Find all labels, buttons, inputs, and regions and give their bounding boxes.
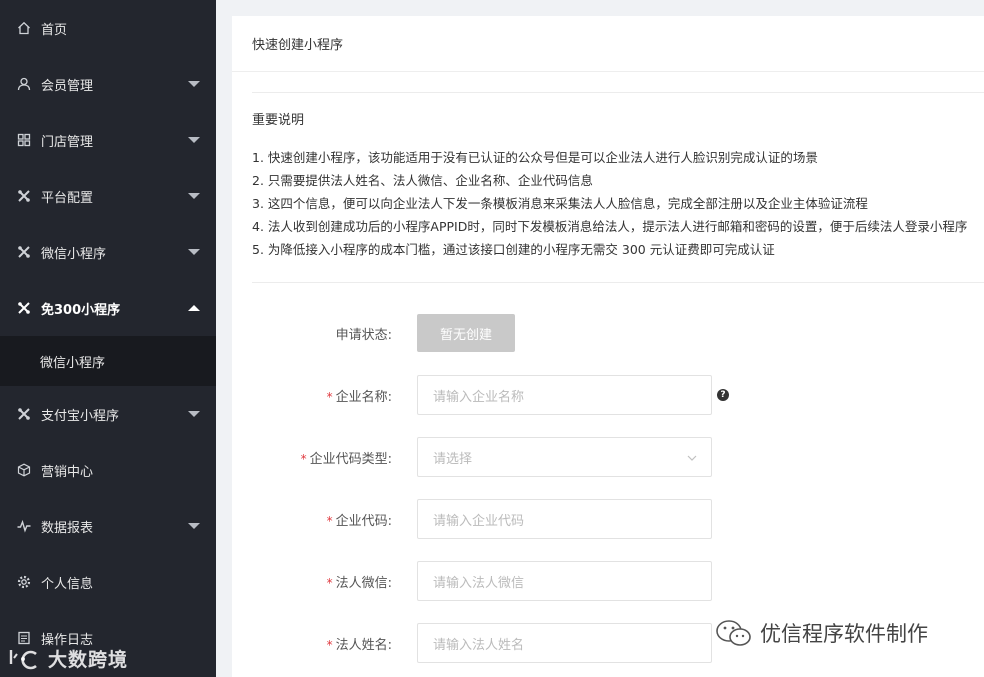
chevron-down-icon bbox=[188, 411, 200, 417]
company-code-label-text: 企业代码: bbox=[335, 513, 392, 529]
tools-icon bbox=[16, 406, 32, 422]
notice-section: 重要说明 1. 快速创建小程序，该功能适用于没有已认证的公众号但是可以企业法人进… bbox=[252, 92, 984, 283]
sidebar-item-wechat-miniprogram[interactable]: 微信小程序 bbox=[0, 224, 216, 280]
main-panel: 快速创建小程序 重要说明 1. 快速创建小程序，该功能适用于没有已认证的公众号但… bbox=[232, 16, 984, 677]
home-icon bbox=[16, 20, 32, 36]
sidebar-item-label: 首页 bbox=[41, 22, 68, 38]
sidebar-item-members[interactable]: 会员管理 bbox=[0, 56, 216, 112]
code-type-placeholder: 请选择 bbox=[433, 451, 473, 467]
notice-line: 5. 为降低接入小程序的成本门槛，通过该接口创建的小程序无需交 300 元认证费… bbox=[252, 242, 775, 257]
page-title: 快速创建小程序 bbox=[232, 16, 984, 72]
watermark-brand-icon bbox=[9, 649, 37, 669]
wechat-icon bbox=[716, 620, 751, 646]
sidebar-item-alipay-miniprogram[interactable]: 支付宝小程序 bbox=[0, 386, 216, 442]
required-mark: * bbox=[300, 451, 307, 466]
notice-line: 4. 法人收到创建成功后的小程序APPID时，同时下发模板消息给法人，提示法人进… bbox=[252, 219, 968, 234]
sidebar-subitem-label: 微信小程序 bbox=[40, 355, 106, 371]
watermark-text: 大数跨境 bbox=[48, 649, 129, 671]
sidebar-item-label: 门店管理 bbox=[41, 134, 94, 150]
sidebar-item-label: 平台配置 bbox=[41, 190, 94, 206]
legal-wechat-row: * 法人微信: 请输入法人微信 bbox=[232, 561, 984, 601]
company-name-row: * 企业名称: 请输入企业名称 ? bbox=[232, 375, 984, 415]
tools-icon bbox=[16, 300, 32, 316]
chevron-down-icon bbox=[188, 249, 200, 255]
chevron-down-icon bbox=[188, 523, 200, 529]
legal-name-label: * 法人姓名: bbox=[232, 634, 404, 653]
company-name-label-text: 企业名称: bbox=[335, 389, 392, 405]
company-name-label: * 企业名称: bbox=[232, 386, 404, 405]
status-row: 申请状态: 暂无创建 bbox=[232, 313, 984, 353]
store-grid-icon bbox=[16, 132, 32, 148]
log-icon bbox=[16, 630, 32, 646]
code-type-label-text: 企业代码类型: bbox=[309, 451, 392, 467]
status-label: 申请状态: bbox=[335, 327, 392, 343]
watermark-right-text: 优信程序软件制作 bbox=[760, 622, 928, 646]
sidebar-item-label: 支付宝小程序 bbox=[41, 408, 120, 424]
pulse-icon bbox=[16, 518, 32, 534]
code-type-label: * 企业代码类型: bbox=[232, 448, 404, 467]
code-type-select[interactable]: 请选择 bbox=[417, 437, 712, 477]
chevron-down-icon bbox=[188, 137, 200, 143]
notice-line: 3. 这四个信息，便可以向企业法人下发一条模板消息来采集法人人脸信息，完成全部注… bbox=[252, 196, 868, 211]
chevron-down-icon bbox=[188, 81, 200, 87]
sidebar-item-marketing[interactable]: 营销中心 bbox=[0, 442, 216, 498]
chevron-down-icon bbox=[188, 193, 200, 199]
tools-icon bbox=[16, 244, 32, 260]
legal-wechat-label-text: 法人微信: bbox=[335, 575, 392, 591]
required-mark: * bbox=[326, 575, 333, 590]
sidebar-item-profile[interactable]: 个人信息 bbox=[0, 554, 216, 610]
sidebar-item-home[interactable]: 首页 bbox=[0, 0, 216, 56]
watermark-logo: 大数跨境 bbox=[8, 645, 128, 672]
sidebar: 首页 会员管理 门店管理 平台配置 微信小程序 免300小程序 微信小程序 支付… bbox=[0, 0, 216, 677]
legal-wechat-label: * 法人微信: bbox=[232, 572, 404, 591]
user-icon bbox=[16, 76, 32, 92]
chevron-up-icon bbox=[188, 305, 200, 311]
company-code-row: * 企业代码: 请输入企业代码 bbox=[232, 499, 984, 539]
notice-line: 2. 只需要提供法人姓名、法人微信、企业名称、企业代码信息 bbox=[252, 173, 593, 188]
sidebar-item-label: 数据报表 bbox=[41, 520, 94, 536]
notice-line: 1. 快速创建小程序，该功能适用于没有已认证的公众号但是可以企业法人进行人脸识别… bbox=[252, 150, 818, 165]
watermark-wechat: 优信程序软件制作 bbox=[714, 618, 928, 648]
sidebar-item-label: 微信小程序 bbox=[41, 246, 107, 262]
sidebar-item-label: 营销中心 bbox=[41, 464, 94, 480]
legal-name-label-text: 法人姓名: bbox=[335, 637, 392, 653]
status-button[interactable]: 暂无创建 bbox=[417, 314, 515, 352]
code-type-row: * 企业代码类型: 请选择 bbox=[232, 437, 984, 477]
required-mark: * bbox=[326, 637, 333, 652]
company-code-input[interactable]: 请输入企业代码 bbox=[417, 499, 712, 539]
sidebar-item-label: 会员管理 bbox=[41, 78, 94, 94]
notice-title: 重要说明 bbox=[252, 113, 305, 128]
company-code-label: * 企业代码: bbox=[232, 510, 404, 529]
sidebar-item-label: 个人信息 bbox=[41, 576, 94, 592]
required-mark: * bbox=[326, 513, 333, 528]
tools-icon bbox=[16, 188, 32, 204]
sidebar-item-stores[interactable]: 门店管理 bbox=[0, 112, 216, 168]
sidebar-item-reports[interactable]: 数据报表 bbox=[0, 498, 216, 554]
sidebar-item-label: 免300小程序 bbox=[41, 302, 121, 318]
legal-wechat-input[interactable]: 请输入法人微信 bbox=[417, 561, 712, 601]
help-icon[interactable]: ? bbox=[717, 389, 729, 401]
sidebar-item-platform-config[interactable]: 平台配置 bbox=[0, 168, 216, 224]
cube-icon bbox=[16, 462, 32, 478]
required-mark: * bbox=[326, 389, 333, 404]
gear-icon bbox=[16, 574, 32, 590]
sidebar-subitem-wechat-miniprogram[interactable]: 微信小程序 bbox=[0, 336, 216, 386]
sidebar-item-free300-miniprogram[interactable]: 免300小程序 bbox=[0, 280, 216, 336]
company-name-input[interactable]: 请输入企业名称 bbox=[417, 375, 712, 415]
chevron-down-icon bbox=[687, 455, 697, 461]
legal-name-input[interactable]: 请输入法人姓名 bbox=[417, 623, 712, 663]
